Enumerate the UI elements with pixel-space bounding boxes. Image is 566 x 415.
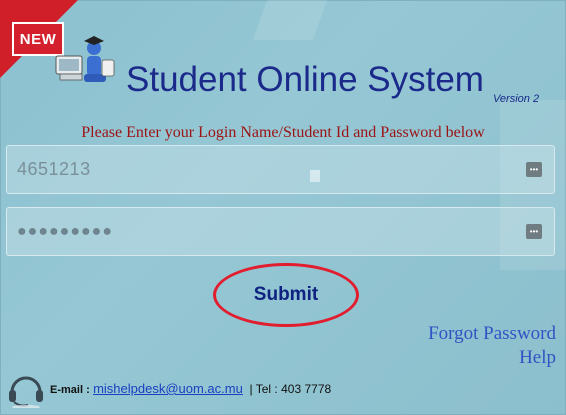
tel-label: | Tel : <box>249 382 278 396</box>
username-field[interactable]: 4651213 ••• <box>6 145 555 194</box>
password-field[interactable]: ●●●●●●●●● ••• <box>6 207 555 256</box>
graduate-computer-icon <box>55 36 115 82</box>
password-value: ●●●●●●●●● <box>17 222 113 240</box>
tel-value: 403 7778 <box>281 382 332 396</box>
headset-icon <box>9 376 43 408</box>
password-key-icon[interactable]: ••• <box>526 162 542 177</box>
submit-button[interactable]: Submit <box>213 263 359 327</box>
login-instruction: Please Enter your Login Name/Student Id … <box>81 124 485 141</box>
email-label: E-mail : <box>50 384 90 396</box>
forgot-password-link[interactable]: Forgot Password <box>428 323 556 345</box>
version-label: Version 2 <box>493 93 540 105</box>
username-value: 4651213 <box>17 159 91 179</box>
decorative-chip <box>310 170 320 182</box>
email-link[interactable]: mishelpdesk@uom.ac.mu <box>93 381 243 396</box>
password-key-icon[interactable]: ••• <box>526 224 542 239</box>
help-link[interactable]: Help <box>519 347 556 369</box>
page-title: Student Online System <box>126 60 484 99</box>
contact-line: E-mail : mishelpdesk@uom.ac.mu | Tel : 4… <box>50 381 331 396</box>
